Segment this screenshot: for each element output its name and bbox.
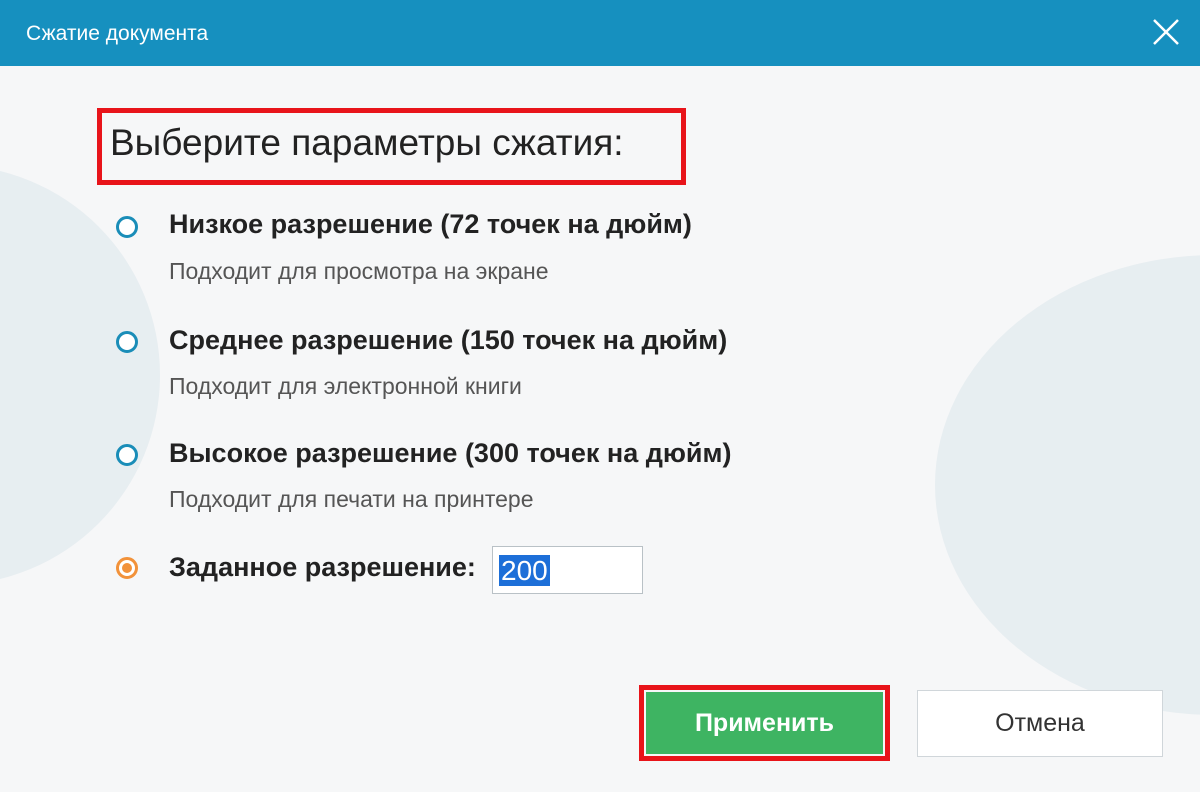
heading: Выберите параметры сжатия: (110, 122, 624, 163)
custom-dpi-input[interactable]: 200 (492, 546, 643, 594)
option-high-resolution-description: Подходит для печати на принтере (169, 486, 534, 512)
custom-dpi-value[interactable]: 200 (499, 555, 550, 586)
dialog-title: Сжатие документа (26, 22, 209, 45)
option-medium-resolution-label[interactable]: Среднее разрешение (150 точек на дюйм) (169, 325, 727, 356)
option-low-resolution-label[interactable]: Низкое разрешение (72 точек на дюйм) (169, 209, 692, 240)
apply-button[interactable]: Применить (646, 692, 883, 754)
option-custom-resolution-label[interactable]: Заданное разрешение: (169, 552, 476, 583)
radio-high-resolution[interactable] (116, 444, 138, 466)
radio-low-resolution[interactable] (116, 216, 138, 238)
close-icon[interactable] (1146, 12, 1186, 52)
compress-dialog: Сжатие документа Выберите параметры сжат… (0, 0, 1200, 792)
title-bar: Сжатие документа (0, 0, 1200, 66)
radio-medium-resolution[interactable] (116, 331, 138, 353)
background-shape-right (935, 255, 1200, 715)
option-low-resolution-description: Подходит для просмотра на экране (169, 258, 549, 284)
radio-custom-resolution[interactable] (116, 557, 138, 579)
option-medium-resolution-description: Подходит для электронной книги (169, 373, 522, 399)
cancel-button[interactable]: Отмена (917, 690, 1163, 757)
option-high-resolution-label[interactable]: Высокое разрешение (300 точек на дюйм) (169, 438, 731, 469)
